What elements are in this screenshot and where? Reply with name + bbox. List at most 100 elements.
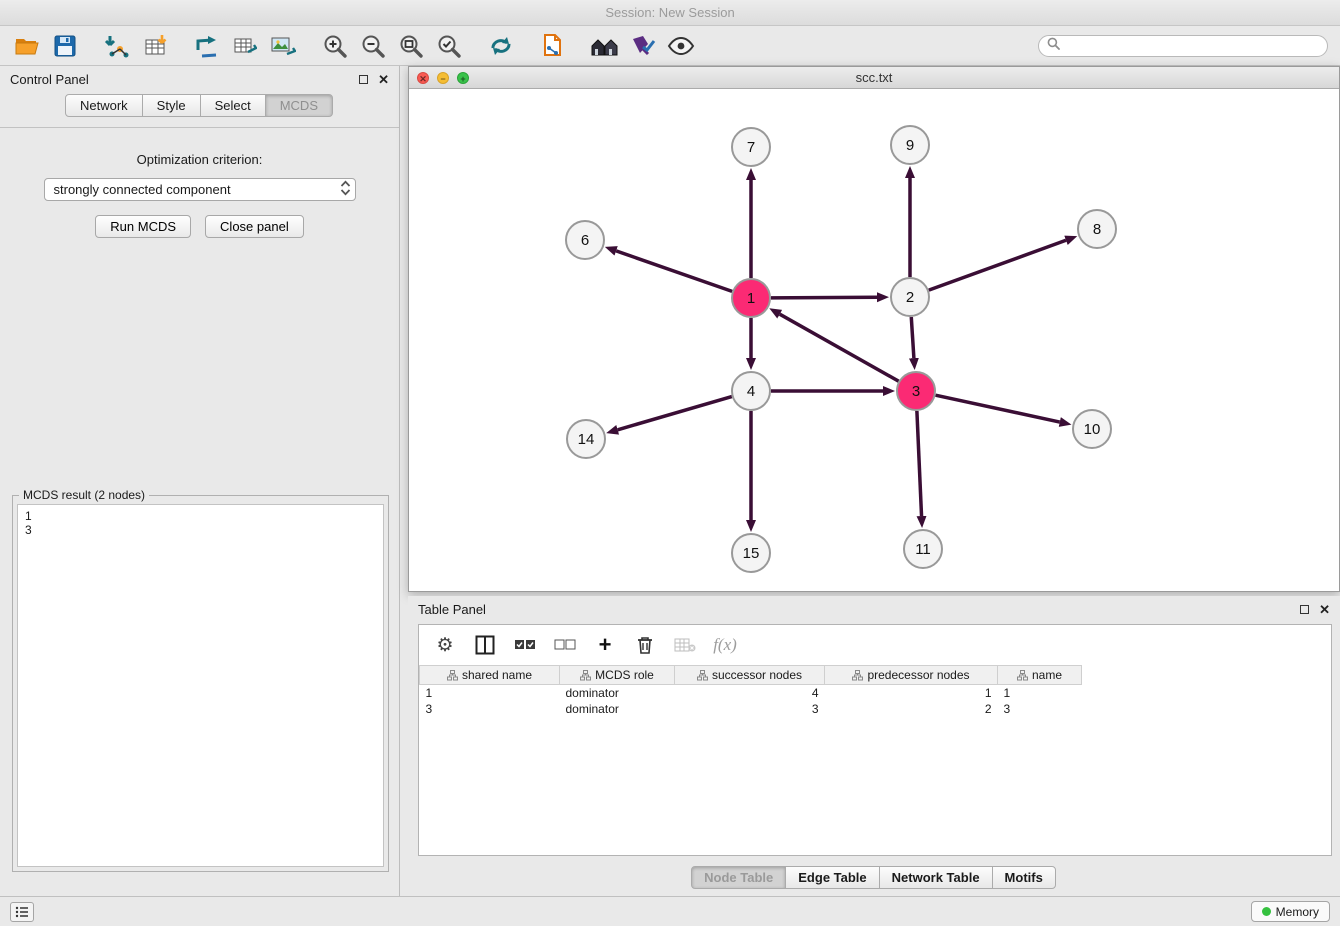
table-header-row: shared name MCDS role successor nodes pr…: [420, 666, 1082, 685]
float-panel-icon[interactable]: [359, 75, 368, 84]
close-panel-button[interactable]: Close panel: [205, 215, 304, 238]
search-area: [1038, 35, 1328, 57]
hierarchy-icon: [1017, 670, 1028, 681]
table-cell[interactable]: 1: [420, 685, 560, 701]
tab-network-table[interactable]: Network Table: [879, 866, 993, 889]
criterion-selected-value: strongly connected component: [54, 182, 231, 197]
graph-node-label-8: 8: [1093, 221, 1101, 238]
tab-mcds[interactable]: MCDS: [265, 94, 333, 117]
criterion-select[interactable]: strongly connected component: [44, 178, 356, 201]
unselect-all-columns-icon[interactable]: [553, 633, 577, 657]
open-file-icon[interactable]: [12, 31, 42, 61]
table-cell[interactable]: 1: [998, 685, 1082, 701]
network-window-titlebar[interactable]: ✕ − + scc.txt: [409, 67, 1339, 89]
graph-edge-3-10[interactable]: [936, 395, 1060, 422]
show-graphics-details-icon[interactable]: [666, 31, 696, 61]
show-columns-icon[interactable]: [473, 633, 497, 657]
function-builder-icon: f(x): [713, 633, 737, 657]
table-cell[interactable]: 1: [825, 685, 998, 701]
maximize-window-icon[interactable]: +: [457, 72, 469, 84]
col-header-shared-name[interactable]: shared name: [420, 666, 560, 685]
mcds-result-list[interactable]: 1 3: [17, 504, 384, 867]
delete-column-icon[interactable]: [633, 633, 657, 657]
graph-edge-2-3[interactable]: [911, 317, 914, 358]
export-network-icon[interactable]: [192, 31, 222, 61]
graph-node-label-6: 6: [581, 232, 589, 249]
zoom-fit-icon[interactable]: [396, 31, 426, 61]
control-panel-header: Control Panel ✕: [0, 66, 399, 92]
tabbar-divider: [0, 127, 399, 128]
search-box[interactable]: [1038, 35, 1328, 57]
network-view-window: ✕ − + scc.txt 7968124310141511: [408, 66, 1340, 592]
hierarchy-icon: [580, 670, 591, 681]
close-panel-icon[interactable]: ✕: [378, 73, 389, 86]
tab-select[interactable]: Select: [200, 94, 266, 117]
graph-edge-4-14[interactable]: [618, 397, 732, 430]
import-network-icon[interactable]: [102, 31, 132, 61]
table-cell[interactable]: dominator: [560, 701, 675, 717]
minimize-window-icon[interactable]: −: [437, 72, 449, 84]
table-row[interactable]: 1dominator411: [420, 685, 1082, 701]
tab-node-table[interactable]: Node Table: [691, 866, 786, 889]
col-header-successor-nodes[interactable]: successor nodes: [675, 666, 825, 685]
import-table-icon[interactable]: [140, 31, 170, 61]
col-header-predecessor-nodes[interactable]: predecessor nodes: [825, 666, 998, 685]
graph-edge-3-11[interactable]: [917, 411, 922, 516]
memory-button[interactable]: Memory: [1251, 901, 1330, 922]
graph-node-label-3: 3: [912, 383, 920, 400]
graph-edge-1-2[interactable]: [771, 297, 877, 298]
table-toolbar: ⚙ + f(x): [419, 625, 1331, 665]
select-all-columns-icon[interactable]: [513, 633, 537, 657]
table-row[interactable]: 3dominator323: [420, 701, 1082, 717]
graph-edge-3-1[interactable]: [780, 314, 899, 381]
table-cell[interactable]: 2: [825, 701, 998, 717]
run-mcds-button[interactable]: Run MCDS: [95, 215, 191, 238]
add-column-icon[interactable]: +: [593, 633, 617, 657]
delete-table-icon-disabled: [673, 633, 697, 657]
mcds-result-title: MCDS result (2 nodes): [19, 488, 149, 502]
tab-network[interactable]: Network: [65, 94, 143, 117]
graph-node-label-15: 15: [743, 545, 760, 562]
graph-node-label-2: 2: [906, 289, 914, 306]
table-cell[interactable]: 4: [675, 685, 825, 701]
network-graph[interactable]: 7968124310141511: [409, 89, 1339, 591]
col-header-mcds-role[interactable]: MCDS role: [560, 666, 675, 685]
search-icon: [1047, 37, 1060, 55]
first-neighbors-icon[interactable]: [590, 31, 620, 61]
table-settings-icon[interactable]: ⚙: [433, 633, 457, 657]
network-canvas[interactable]: 7968124310141511: [409, 89, 1339, 591]
apply-style-icon[interactable]: [628, 31, 658, 61]
refresh-view-icon[interactable]: [486, 31, 516, 61]
table-cell[interactable]: 3: [998, 701, 1082, 717]
export-image-icon[interactable]: [268, 31, 298, 61]
close-table-panel-icon[interactable]: ✕: [1319, 603, 1330, 616]
search-input[interactable]: [1065, 39, 1319, 53]
graph-node-label-1: 1: [747, 290, 755, 307]
graph-edge-1-6[interactable]: [616, 251, 732, 292]
tab-style[interactable]: Style: [142, 94, 201, 117]
table-cell[interactable]: dominator: [560, 685, 675, 701]
optimization-criterion-label: Optimization criterion:: [0, 152, 399, 167]
window-titlebar[interactable]: Session: New Session: [0, 0, 1340, 26]
task-history-icon[interactable]: [10, 902, 34, 922]
graph-edge-2-8[interactable]: [929, 240, 1066, 290]
tab-motifs[interactable]: Motifs: [992, 866, 1056, 889]
graph-node-label-10: 10: [1084, 421, 1101, 438]
duplicate-view-icon[interactable]: [538, 31, 568, 61]
close-window-icon[interactable]: ✕: [417, 72, 429, 84]
col-header-name[interactable]: name: [998, 666, 1082, 685]
table-cell[interactable]: 3: [675, 701, 825, 717]
node-table: shared name MCDS role successor nodes pr…: [419, 665, 1082, 717]
zoom-selected-icon[interactable]: [434, 31, 464, 61]
window-title: Session: New Session: [605, 5, 734, 20]
tab-edge-table[interactable]: Edge Table: [785, 866, 879, 889]
graph-node-label-4: 4: [747, 383, 755, 400]
float-table-panel-icon[interactable]: [1300, 605, 1309, 614]
zoom-out-icon[interactable]: [358, 31, 388, 61]
export-table-icon[interactable]: [230, 31, 260, 61]
table-cell[interactable]: 3: [420, 701, 560, 717]
table-panel-content: ⚙ + f(x) shared name: [418, 624, 1332, 856]
table-panel: Table Panel ✕ ⚙ + f(x): [408, 596, 1340, 886]
zoom-in-icon[interactable]: [320, 31, 350, 61]
save-session-icon[interactable]: [50, 31, 80, 61]
